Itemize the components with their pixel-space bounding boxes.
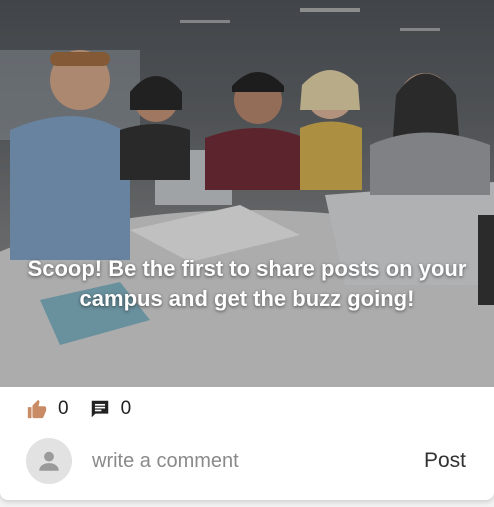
- post-headline: Scoop! Be the first to share posts on yo…: [27, 256, 467, 311]
- avatar: [26, 438, 72, 484]
- person-icon: [39, 451, 59, 471]
- like-counter[interactable]: 0: [26, 398, 69, 420]
- comment-input[interactable]: [90, 440, 422, 482]
- like-count: 0: [58, 398, 69, 419]
- comment-icon[interactable]: [89, 398, 111, 420]
- post-stats: 0 0: [26, 396, 151, 422]
- comment-composer: Post: [26, 438, 470, 484]
- comment-counter[interactable]: 0: [89, 398, 132, 420]
- image-overlay: [0, 0, 494, 387]
- post-card: Scoop! Be the first to share posts on yo…: [0, 0, 494, 500]
- comment-count: 0: [120, 398, 132, 419]
- post-button[interactable]: Post: [422, 449, 468, 473]
- post-image: Scoop! Be the first to share posts on yo…: [0, 0, 494, 387]
- thumbs-up-icon[interactable]: [26, 398, 48, 420]
